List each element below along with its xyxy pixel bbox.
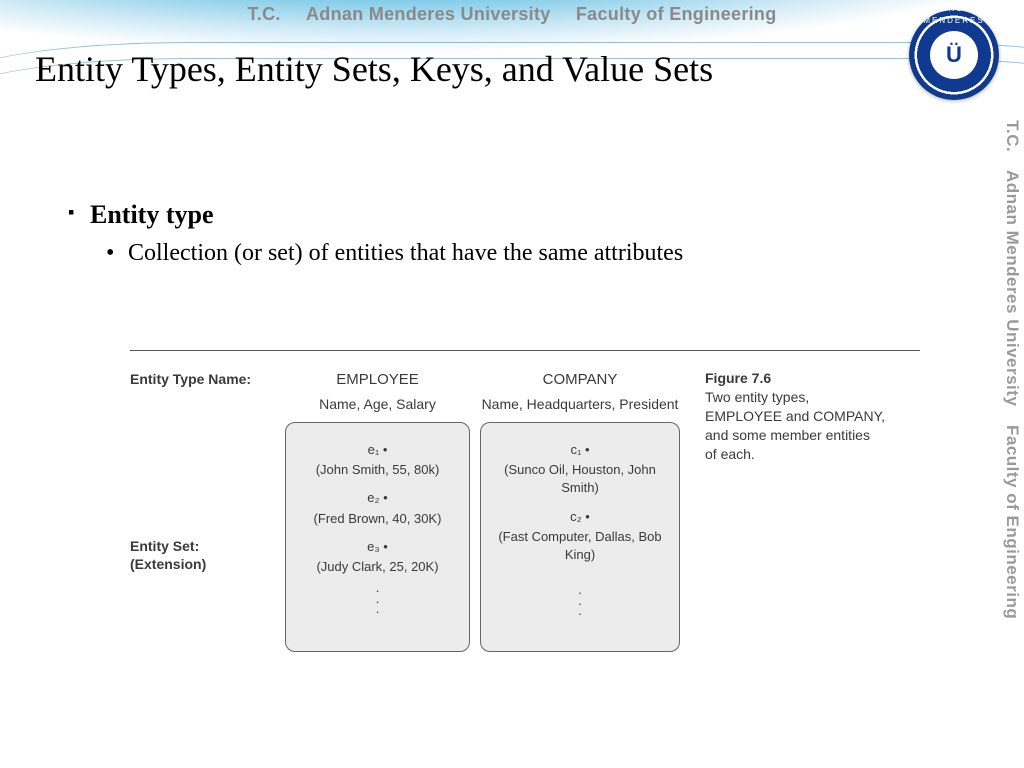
header-faculty: Faculty of Engineering bbox=[576, 4, 777, 24]
label-entity-set: Entity Set: (Extension) bbox=[130, 537, 280, 573]
attrs-employee: Name, Age, Salary bbox=[285, 396, 470, 412]
entity-set-company: c₁ • (Sunco Oil, Houston, John Smith) c₂… bbox=[480, 422, 680, 652]
figure-row-labels: Entity Type Name: Entity Set: (Extension… bbox=[130, 357, 280, 573]
entity-e2-value: (Fred Brown, 40, 30K) bbox=[292, 510, 463, 528]
entity-c2-label: c₂ • bbox=[487, 508, 673, 526]
figure-7-6: Entity Type Name: Entity Set: (Extension… bbox=[130, 350, 930, 652]
side-university: Adnan Menderes University bbox=[994, 170, 1022, 406]
side-faculty: Faculty of Engineering bbox=[994, 425, 1022, 619]
type-name-company: COMPANY bbox=[480, 371, 680, 388]
side-tc: T.C. bbox=[994, 120, 1022, 152]
side-watermark: T.C. Adnan Menderes University Faculty o… bbox=[994, 120, 1022, 748]
attrs-company: Name, Headquarters, President bbox=[480, 396, 680, 412]
header-tc: T.C. bbox=[247, 4, 280, 24]
figure-caption-text: Two entity types, EMPLOYEE and COMPANY, … bbox=[705, 389, 885, 462]
entity-e3-label: e₃ • bbox=[292, 538, 463, 556]
slide-content: Entity type Collection (or set) of entit… bbox=[68, 200, 944, 267]
entity-e2-label: e₂ • bbox=[292, 489, 463, 507]
header-text: T.C. Adnan Menderes University Faculty o… bbox=[0, 0, 1024, 25]
entity-c1-label: c₁ • bbox=[487, 441, 673, 459]
slide-title: Entity Types, Entity Sets, Keys, and Val… bbox=[35, 48, 904, 90]
header-university: Adnan Menderes University bbox=[306, 4, 551, 24]
entity-set-employee: e₁ • (John Smith, 55, 80k) e₂ • (Fred Br… bbox=[285, 422, 470, 652]
entity-c2-value: (Fast Computer, Dallas, Bob King) bbox=[487, 528, 673, 564]
university-logo: MENDERES Ü UNIVERSITESI bbox=[909, 10, 999, 100]
entity-e1-label: e₁ • bbox=[292, 441, 463, 459]
bullet-level2: Collection (or set) of entities that hav… bbox=[106, 240, 944, 267]
figure-col-employee: EMPLOYEE Name, Age, Salary e₁ • (John Sm… bbox=[285, 357, 470, 652]
entity-c1-value: (Sunco Oil, Houston, John Smith) bbox=[487, 461, 673, 497]
logo-ring-bottom: UNIVERSITESI bbox=[909, 4, 999, 94]
label-entity-type: Entity Type Name: bbox=[130, 371, 280, 387]
figure-rule bbox=[130, 350, 920, 351]
ellipsis-icon: ··· bbox=[487, 588, 673, 619]
figure-caption: Figure 7.6 Two entity types, EMPLOYEE an… bbox=[705, 369, 885, 463]
figure-col-company: COMPANY Name, Headquarters, President c₁… bbox=[480, 357, 680, 652]
bullet-level1: Entity type bbox=[68, 200, 944, 230]
type-name-employee: EMPLOYEE bbox=[285, 371, 470, 388]
figure-number: Figure 7.6 bbox=[705, 369, 885, 388]
ellipsis-icon: ··· bbox=[292, 586, 463, 617]
entity-e3-value: (Judy Clark, 25, 20K) bbox=[292, 558, 463, 576]
entity-e1-value: (John Smith, 55, 80k) bbox=[292, 461, 463, 479]
